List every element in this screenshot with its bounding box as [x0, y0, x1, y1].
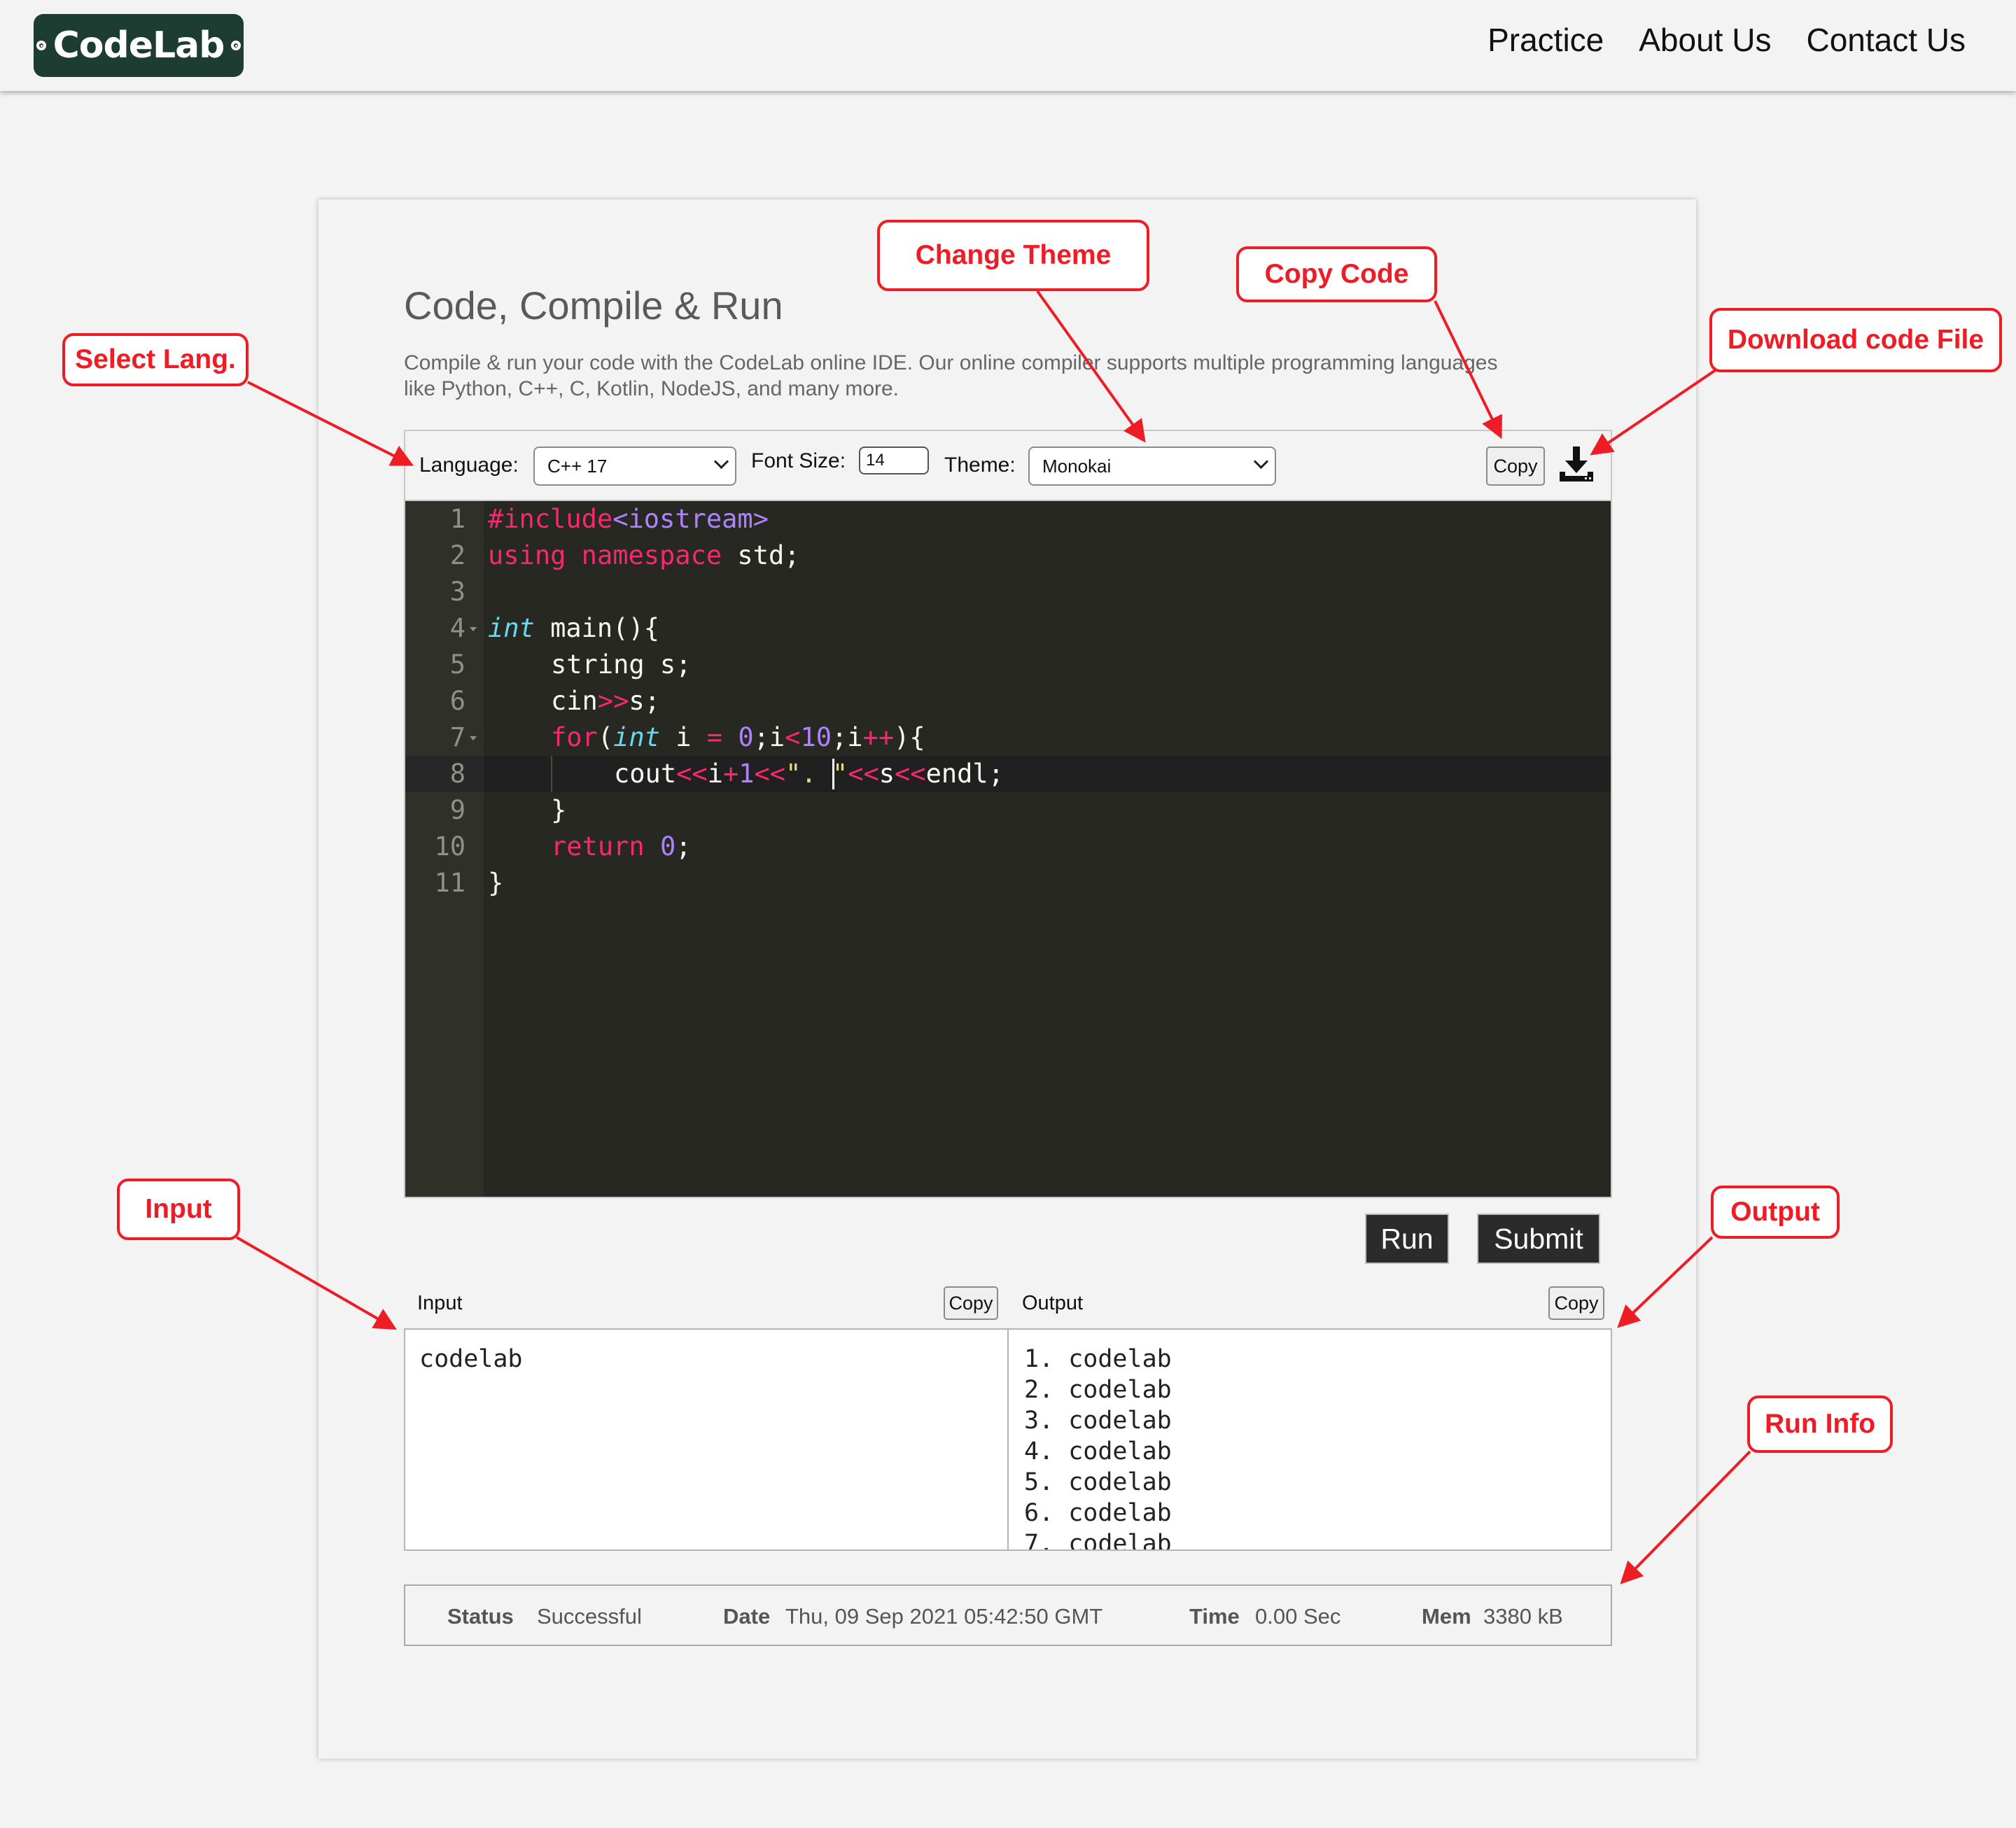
arrow-select-lang: [247, 381, 414, 466]
callout-run-info: Run Info: [1747, 1395, 1893, 1453]
callout-copy-code: Copy Code: [1236, 246, 1437, 302]
arrow-change-theme: [1036, 290, 1146, 443]
callout-change-theme: Change Theme: [877, 220, 1149, 291]
callout-input: Input: [117, 1179, 240, 1240]
arrow-run-info: [1620, 1450, 1751, 1584]
callout-select-lang: Select Lang.: [62, 333, 248, 386]
arrow-download-code-file: [1590, 368, 1718, 456]
callout-output: Output: [1711, 1186, 1840, 1239]
arrow-input: [236, 1236, 397, 1330]
callout-download-code-file: Download code File: [1709, 308, 2002, 372]
arrow-output: [1617, 1236, 1714, 1328]
arrow-copy-code: [1434, 300, 1502, 440]
